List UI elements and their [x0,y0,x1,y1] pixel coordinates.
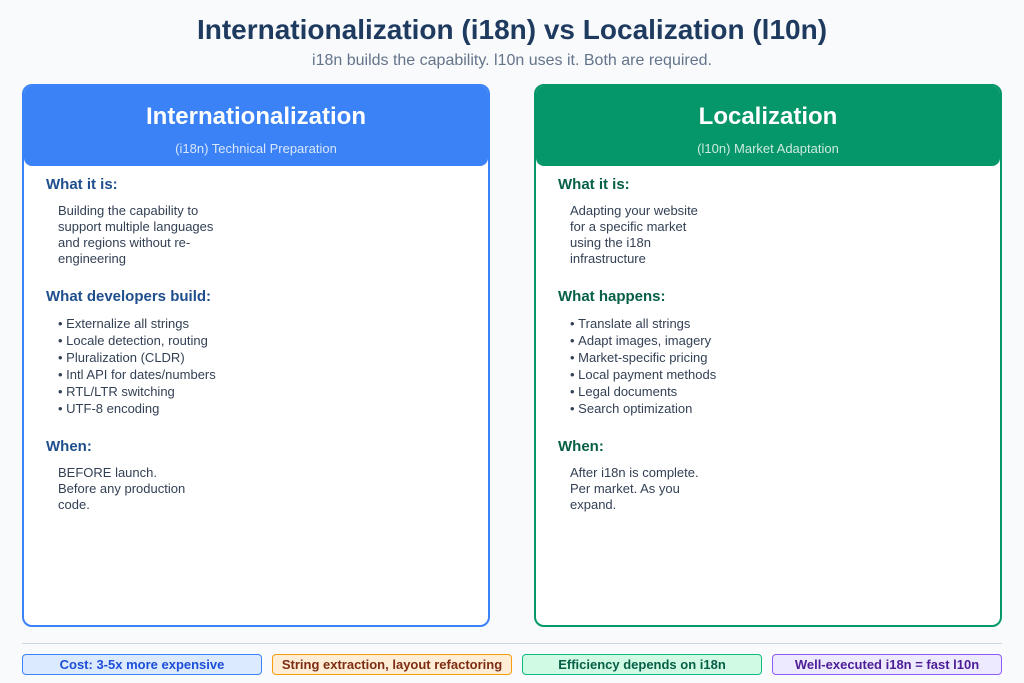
list-item: Adapt images, imagery [570,332,1000,349]
l10n-when-text: After i18n is complete. Per market. As y… [570,465,699,512]
i18n-card-body: What it is: Building the capability to s… [24,166,488,513]
i18n-build-label: What developers build: [46,288,212,305]
page-title: Internationalization (i18n) vs Localizat… [196,14,828,45]
i18n-card-title: Internationalization [145,103,366,130]
list-item: Locale detection, routing [58,332,488,349]
i18n-what-label: What it is: [46,176,118,193]
l10n-card-title: Localization [698,103,838,130]
cost-badge: Cost: 3-5x more expensive [22,654,262,675]
i18n-when-label: When: [46,438,92,455]
efficiency-badge: Efficiency depends on i18n [522,654,762,675]
l10n-when-label: When: [558,438,604,455]
list-item: UTF-8 encoding [58,400,488,417]
l10n-happens-label: What happens: [558,288,666,305]
l10n-card-body: What it is: Adapting your website for a … [536,166,1000,513]
refactoring-badge: String extraction, layout refactoring [272,654,512,675]
list-item: Pluralization (CLDR) [58,349,488,366]
l10n-what-text: Adapting your website for a specific mar… [570,203,698,266]
i18n-what-text: Building the capability to support multi… [58,203,214,266]
page-subtitle: i18n builds the capability. l10n uses it… [312,52,712,69]
list-item: Translate all strings [570,315,1000,332]
l10n-happens-list: Translate all strings Adapt images, imag… [570,315,1000,417]
fast-l10n-badge: Well-executed i18n = fast l10n [772,654,1002,675]
list-item: Local payment methods [570,366,1000,383]
i18n-card: Internationalization (i18n) Technical Pr… [22,84,490,627]
i18n-card-header: Internationalization (i18n) Technical Pr… [24,86,488,166]
i18n-card-subtitle: (i18n) Technical Preparation [175,141,337,156]
l10n-what-label: What it is: [558,176,630,193]
l10n-card: Localization (l10n) Market Adaptation Wh… [534,84,1002,627]
list-item: Intl API for dates/numbers [58,366,488,383]
footer-divider [22,643,1002,644]
l10n-card-header: Localization (l10n) Market Adaptation [536,86,1000,166]
i18n-when-text: BEFORE launch. Before any production cod… [58,465,186,512]
list-item: Market-specific pricing [570,349,1000,366]
list-item: Externalize all strings [58,315,488,332]
list-item: Legal documents [570,383,1000,400]
l10n-card-subtitle: (l10n) Market Adaptation [697,141,839,156]
list-item: Search optimization [570,400,1000,417]
i18n-build-list: Externalize all strings Locale detection… [58,315,488,417]
list-item: RTL/LTR switching [58,383,488,400]
